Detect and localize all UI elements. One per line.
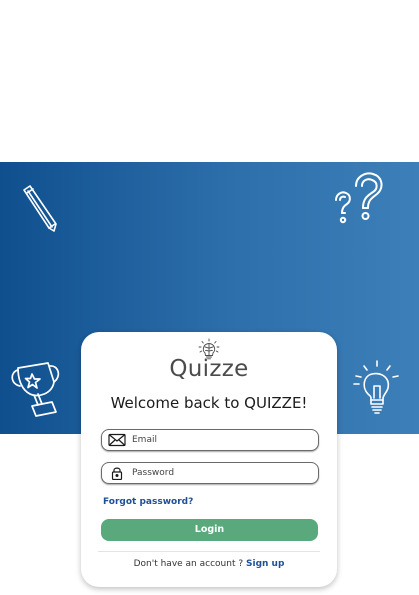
forgot-password-link[interactable]: Forgot password? (103, 497, 193, 507)
email-field[interactable] (101, 429, 319, 451)
password-input[interactable] (132, 464, 308, 481)
email-input[interactable] (132, 431, 308, 448)
question-marks-icon (335, 172, 383, 224)
logo-text: Quizze (169, 356, 249, 382)
no-account-text: Don't have an account ? (133, 559, 244, 569)
trophy-icon (11, 362, 60, 417)
hero-banner: Quizze Welcome back to QUIZZE! Email For… (0, 162, 419, 587)
lightbulb-icon (353, 360, 399, 414)
divider (98, 551, 320, 552)
page-title: Welcome back to QUIZZE! (110, 394, 308, 412)
lock-icon (111, 467, 123, 480)
login-card: Quizze Welcome back to QUIZZE! Email For… (81, 332, 337, 587)
pencil-icon (23, 185, 57, 232)
password-field[interactable] (101, 462, 319, 484)
login-button[interactable]: Login (101, 519, 318, 541)
sign-up-link[interactable]: Sign up (246, 559, 284, 569)
signup-prompt: Don't have an account ? Sign up (81, 559, 337, 569)
envelope-icon (108, 433, 126, 447)
app-logo: Quizze (81, 338, 337, 382)
